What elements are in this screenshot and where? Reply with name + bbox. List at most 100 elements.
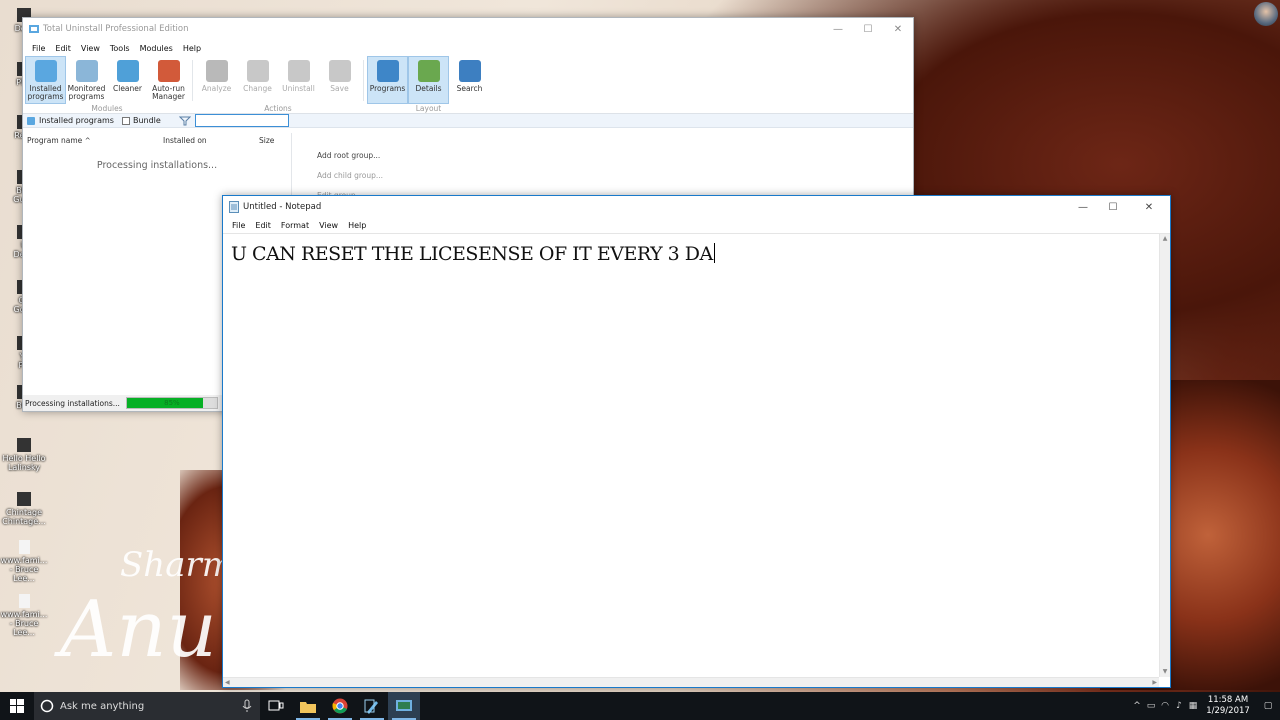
task-view-button[interactable] (260, 692, 292, 720)
bundle-checkbox[interactable] (121, 116, 130, 125)
wallpaper-script-2: Anu (60, 585, 217, 675)
ribbon-button-label: Change (243, 84, 272, 93)
ribbon-button-icon (205, 60, 228, 82)
chevron-up-icon[interactable]: ^ (1130, 701, 1144, 711)
minimize-button[interactable]: — (1068, 196, 1098, 218)
ribbon-button-label: Search (456, 84, 483, 93)
desktop-icon[interactable]: www.fami... - Bruce Lee... (0, 594, 48, 637)
menu-item[interactable]: View (76, 44, 105, 53)
notepad-icon (229, 201, 239, 213)
ribbon-button-label: Details (415, 84, 442, 93)
close-button[interactable]: ✕ (1128, 196, 1170, 218)
start-button[interactable] (0, 692, 34, 720)
scroll-left-icon[interactable]: ◀ (225, 678, 230, 688)
taskbar-total-uninstall[interactable] (388, 692, 420, 720)
taskbar-chrome[interactable] (324, 692, 356, 720)
notepad-window[interactable]: Untitled - Notepad — ☐ ✕ File Edit Format V… (222, 195, 1171, 688)
search-input[interactable]: Ask me anything (54, 701, 242, 712)
ribbon-group: Programs Details Search Layout (367, 56, 490, 114)
ribbon-button-icon (376, 60, 399, 82)
ribbon-button-icon (246, 60, 269, 82)
ribbon-button[interactable]: Monitored programs (66, 56, 107, 104)
search-box[interactable]: Ask me anything (34, 692, 260, 720)
menu-item[interactable]: Help (343, 221, 371, 230)
shortcut-icon (17, 438, 31, 452)
menu-item[interactable]: View (314, 221, 343, 230)
group-action-link[interactable]: Add child group... (317, 171, 383, 191)
maximize-button[interactable]: ☐ (853, 18, 883, 40)
column-program-name[interactable]: Program name ^ (23, 136, 163, 145)
ribbon-button-label: Save (330, 84, 349, 93)
ribbon-group: Installed programs Monitored programs Clea… (25, 56, 189, 114)
window-title: Total Uninstall Professional Edition (43, 24, 189, 34)
menu-item[interactable]: Modules (135, 44, 178, 53)
progress-bar: 85% (125, 397, 218, 409)
notepad-menubar: File Edit Format View Help (223, 218, 1170, 234)
scroll-up-icon[interactable]: ▲ (1160, 234, 1170, 244)
notepad-titlebar[interactable]: Untitled - Notepad — ☐ ✕ (223, 196, 1170, 218)
ribbon-button-label: Uninstall (282, 84, 315, 93)
ribbon-button: Uninstall (278, 56, 319, 104)
ribbon-button-label: Auto-run Manager (152, 84, 185, 101)
horizontal-scrollbar[interactable]: ◀ ▶ (223, 677, 1159, 687)
desktop-icon-label: www.fami... - Bruce Lee... (0, 556, 48, 583)
text-editor[interactable]: U CAN RESET THE LICESENSE OF IT EVERY 3 … (223, 234, 1159, 677)
taskbar-file-explorer[interactable] (292, 692, 324, 720)
menu-item[interactable]: Edit (250, 221, 276, 230)
ribbon-group-label: Modules (91, 104, 123, 113)
ribbon-button[interactable]: Installed programs (25, 56, 66, 104)
ribbon-button-icon (157, 60, 180, 82)
list-header-title: Installed programs (39, 116, 114, 125)
menu-item[interactable]: Help (178, 44, 206, 53)
close-button[interactable]: ✕ (883, 18, 913, 40)
column-installed-on[interactable]: Installed on (163, 136, 259, 145)
keyboard-icon[interactable]: ▦ (1186, 701, 1200, 711)
ribbon-button[interactable]: Search (449, 56, 490, 104)
chrome-icon (332, 698, 348, 714)
ribbon-button[interactable]: Auto-run Manager (148, 56, 189, 104)
battery-icon[interactable]: ▭ (1144, 701, 1158, 711)
status-bar: Processing installations... 85% (23, 395, 223, 411)
user-avatar[interactable] (1254, 2, 1278, 26)
menu-item[interactable]: Tools (105, 44, 135, 53)
menu-item[interactable]: Format (276, 221, 314, 230)
desktop-icon[interactable]: www.fami... - Bruce Lee... (0, 540, 48, 583)
vertical-scrollbar[interactable]: ▲ ▼ (1159, 234, 1170, 677)
microphone-icon[interactable] (242, 699, 252, 713)
tu-titlebar[interactable]: Total Uninstall Professional Edition — ☐… (23, 18, 913, 40)
filter-input[interactable] (194, 114, 289, 127)
processing-message: Processing installations... (96, 160, 218, 171)
group-action-link[interactable]: Add root group... (317, 151, 383, 171)
clock-time: 11:58 AM (1207, 695, 1249, 705)
desktop-icon[interactable]: Hello Hello Lalinsky (0, 438, 48, 472)
menu-item[interactable]: File (227, 221, 250, 230)
desktop-icon[interactable]: Chintage Chintage... (0, 492, 48, 526)
group-actions: Add root group... Add child group... Edit … (317, 151, 383, 197)
column-size[interactable]: Size (259, 136, 287, 145)
ribbon-button[interactable]: Cleaner (107, 56, 148, 104)
ribbon-button[interactable]: Details (408, 56, 449, 104)
ribbon-group-label: Layout (415, 104, 442, 113)
network-icon[interactable]: ◠ (1158, 701, 1172, 711)
clock[interactable]: 11:58 AM 1/29/2017 (1200, 695, 1256, 717)
filter-icon[interactable] (178, 116, 191, 126)
taskbar-notepad[interactable] (356, 692, 388, 720)
text-caret (713, 243, 715, 263)
menu-item[interactable]: File (27, 44, 50, 53)
bundle-label: Bundle (132, 116, 161, 125)
menu-item[interactable]: Edit (50, 44, 76, 53)
list-header: Installed programs Bundle (23, 114, 913, 128)
maximize-button[interactable]: ☐ (1098, 196, 1128, 218)
progress-label: 85% (164, 399, 180, 407)
minimize-button[interactable]: — (823, 18, 853, 40)
scroll-down-icon[interactable]: ▼ (1160, 667, 1170, 677)
ribbon-button[interactable]: Programs (367, 56, 408, 104)
action-center-icon[interactable]: ▢ (1256, 701, 1280, 711)
task-view-icon (268, 700, 284, 711)
sort-asc-icon: ^ (84, 136, 91, 145)
tu-menubar: File Edit View Tools Modules Help (23, 40, 913, 56)
desktop-icon-label: Chintage Chintage... (2, 508, 46, 526)
volume-icon[interactable]: ♪ (1172, 701, 1186, 711)
ribbon-button-icon (328, 60, 351, 82)
scroll-right-icon[interactable]: ▶ (1152, 678, 1157, 688)
